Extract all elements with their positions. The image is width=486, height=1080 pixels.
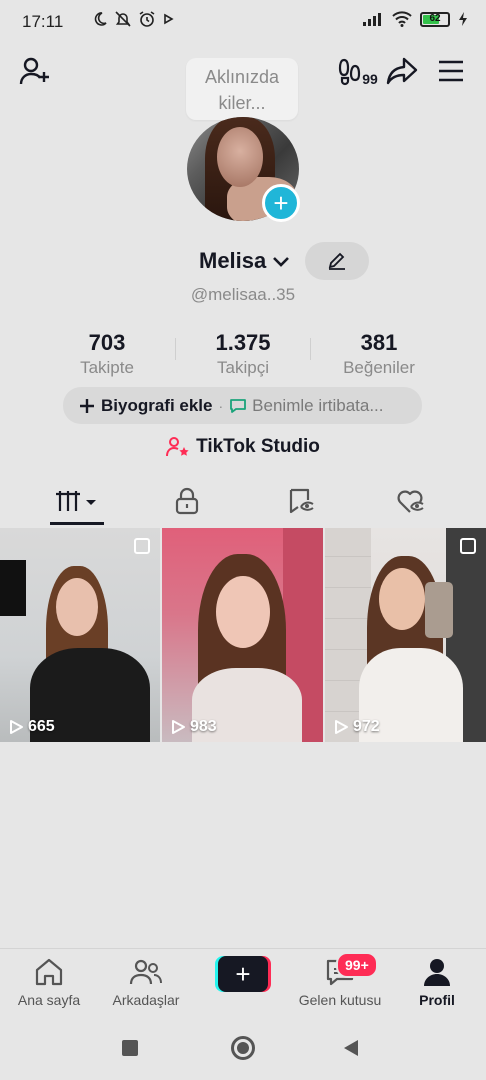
share-icon (386, 57, 418, 85)
stat-followers[interactable]: 1.375 Takipçi (188, 330, 298, 378)
video-thumbnail[interactable]: 983 (162, 528, 323, 742)
alarm-icon (139, 11, 155, 27)
stat-value: 703 (88, 330, 126, 355)
video-thumbnail[interactable]: 972 (325, 528, 486, 742)
repost-icon (289, 488, 314, 514)
status-icons-left (92, 10, 174, 28)
content-tabs (0, 478, 486, 526)
stat-following[interactable]: 703 Takipte (52, 330, 162, 378)
system-navigation (0, 1016, 486, 1080)
plus-icon: + (273, 187, 289, 218)
charging-icon (459, 12, 467, 26)
status-bar: 17:11 62 (0, 0, 486, 46)
nav-label: Gelen kutusu (298, 992, 382, 1008)
home-icon (35, 958, 63, 986)
active-tab-indicator (50, 522, 104, 525)
stat-label: Takipte (80, 358, 134, 377)
contact-button[interactable]: Benimle irtibata... (252, 396, 383, 416)
tab-videos[interactable] (16, 478, 137, 524)
divider (310, 338, 311, 360)
share-profile-button[interactable] (384, 54, 420, 88)
plus-icon: + (235, 958, 251, 989)
grid-icon (55, 491, 96, 511)
add-bio-button[interactable]: Biyografi ekle (101, 396, 213, 416)
nav-label: Ana sayfa (17, 992, 81, 1008)
profile-handle: @melisaa..35 (190, 285, 296, 304)
tab-private[interactable] (126, 478, 247, 524)
chevron-down-icon[interactable] (271, 252, 291, 270)
view-count: 972 (333, 718, 380, 736)
nav-profile[interactable]: Profil (392, 957, 482, 1008)
play-icon (10, 720, 23, 734)
menu-icon (439, 60, 463, 82)
view-count: 665 (8, 718, 55, 736)
inbox-badge: 99+ (336, 952, 378, 978)
stat-likes[interactable]: 381 Beğeniler (324, 330, 434, 378)
nav-friends[interactable]: Arkadaşlar (101, 957, 191, 1008)
create-button[interactable]: + (215, 956, 271, 992)
home-button[interactable] (231, 1036, 255, 1060)
footprints-icon (339, 58, 361, 86)
stat-value: 381 (360, 330, 398, 355)
status-time: 17:11 (22, 12, 64, 31)
creator-icon (166, 437, 189, 457)
status-icons-right: 62 (362, 11, 468, 27)
chat-icon (230, 398, 247, 413)
menu-button[interactable] (434, 56, 468, 86)
add-user-button[interactable] (16, 55, 54, 89)
tab-liked[interactable] (350, 478, 471, 524)
battery-icon: 62 (420, 11, 450, 27)
profile-name[interactable]: Melisa (199, 248, 266, 274)
tiktok-studio-link[interactable]: TikTok Studio (0, 436, 486, 458)
stat-label: Takipçi (217, 358, 269, 377)
video-grid: 665 983 972 (0, 528, 486, 742)
back-button[interactable] (342, 1038, 360, 1058)
divider (175, 338, 176, 360)
play-icon (335, 720, 348, 734)
video-thumbnail[interactable]: 665 (0, 528, 160, 742)
wifi-icon (392, 11, 412, 27)
bio-bar: Biyografi ekle · Benimle irtibata... (63, 387, 422, 424)
profile-views-button[interactable]: 99 (336, 56, 380, 88)
play-icon (164, 13, 174, 25)
heart-hidden-icon (397, 490, 424, 513)
add-story-button[interactable]: + (262, 184, 300, 222)
multi-photo-icon (460, 538, 476, 554)
plus-icon (80, 398, 94, 413)
multi-photo-icon (134, 538, 150, 554)
profile-icon (424, 959, 450, 986)
signal-icon (363, 13, 381, 26)
lock-icon (175, 487, 198, 515)
moon-icon (94, 12, 107, 26)
stat-label: Beğeniler (343, 358, 415, 377)
view-count: 983 (170, 718, 217, 736)
add-user-icon (19, 57, 49, 85)
play-icon (172, 720, 185, 734)
thoughts-tooltip[interactable]: Aklınızda kiler... (186, 58, 298, 128)
studio-label: TikTok Studio (196, 436, 320, 457)
battery-level: 62 (429, 12, 441, 24)
profile-views-count: 99 (362, 71, 378, 87)
pencil-icon (328, 252, 345, 270)
bell-off-icon (115, 11, 131, 27)
edit-profile-button[interactable] (305, 242, 369, 280)
recents-button[interactable] (122, 1040, 138, 1056)
stat-value: 1.375 (215, 330, 271, 355)
bio-separator: · (218, 397, 224, 414)
tab-reposts[interactable] (240, 478, 361, 524)
nav-label: Arkadaşlar (112, 992, 180, 1008)
friends-icon (129, 959, 162, 985)
nav-label: Profil (419, 992, 455, 1008)
nav-home[interactable]: Ana sayfa (4, 957, 94, 1008)
